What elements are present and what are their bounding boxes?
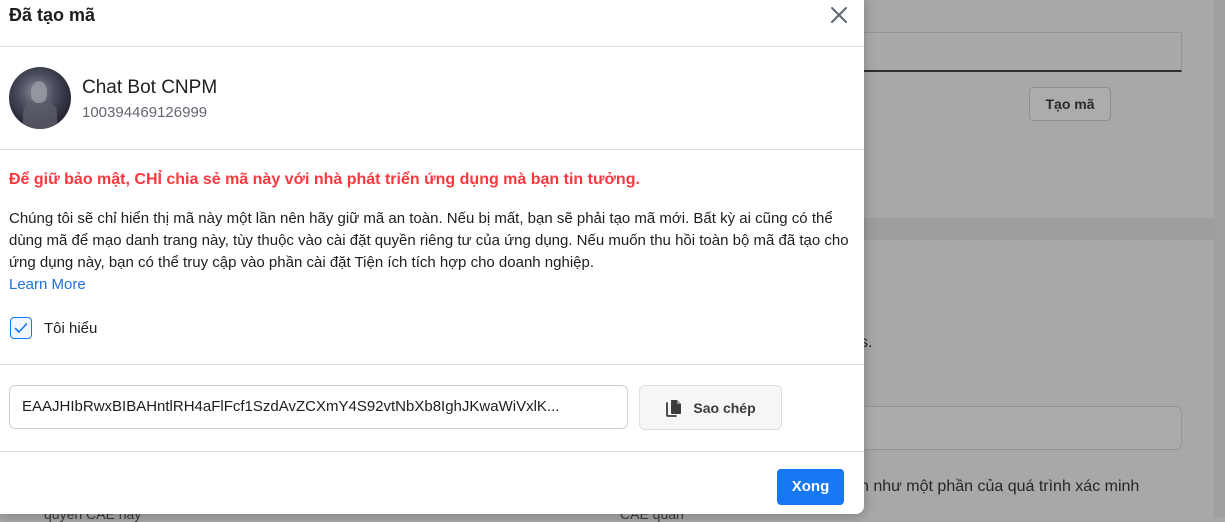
- description-text: Chúng tôi sẽ chỉ hiển thị mã này một lần…: [9, 210, 849, 271]
- dialog-content: Để giữ bảo mật, CHỈ chia sẻ mã này với n…: [0, 150, 864, 365]
- copy-icon: [665, 398, 683, 418]
- dialog-footer: Xong: [0, 452, 864, 512]
- copy-button[interactable]: Sao chép: [639, 385, 782, 430]
- background-input: [850, 406, 1182, 450]
- copy-label: Sao chép: [693, 399, 756, 416]
- security-warning: Để giữ bảo mật, CHỈ chia sẻ mã này với n…: [9, 171, 640, 188]
- done-button[interactable]: Xong: [777, 469, 844, 505]
- access-token-field[interactable]: EAAJHIbRwxBIBAHntlRH4aFlFcf1SzdAvZCXmY4S…: [9, 385, 628, 429]
- close-button[interactable]: [828, 4, 850, 26]
- checkmark-icon: [14, 323, 28, 333]
- background-create-button: Tạo mã: [1029, 87, 1111, 121]
- close-icon: [831, 7, 847, 23]
- learn-more-link[interactable]: Learn More: [9, 274, 86, 296]
- description: Chúng tôi sẽ chỉ hiển thị mã này một lần…: [9, 208, 849, 296]
- understand-checkbox[interactable]: [10, 317, 32, 339]
- background-divider: [820, 218, 1225, 240]
- page-profile: Chat Bot CNPM 100394469126999: [0, 47, 864, 150]
- understand-checkbox-row[interactable]: Tôi hiểu: [10, 315, 97, 341]
- token-row: EAAJHIbRwxBIBAHntlRH4aFlFcf1SzdAvZCXmY4S…: [0, 365, 864, 452]
- page-id: 100394469126999: [82, 104, 208, 121]
- background-scrollbar: [1214, 0, 1225, 518]
- understand-label: Tôi hiểu: [44, 319, 98, 337]
- avatar: [9, 67, 71, 129]
- background-text-verify: n như một phần của quá trình xác minh: [860, 478, 1140, 495]
- dialog-header: Đã tạo mã: [0, 0, 864, 47]
- page-name: Chat Bot CNPM: [82, 77, 218, 98]
- dialog-title: Đã tạo mã: [9, 5, 96, 25]
- background-field: [850, 32, 1182, 72]
- background-card-2: [820, 240, 1214, 518]
- token-dialog: Đã tạo mã Chat Bot CNPM 100394469126999 …: [0, 0, 864, 514]
